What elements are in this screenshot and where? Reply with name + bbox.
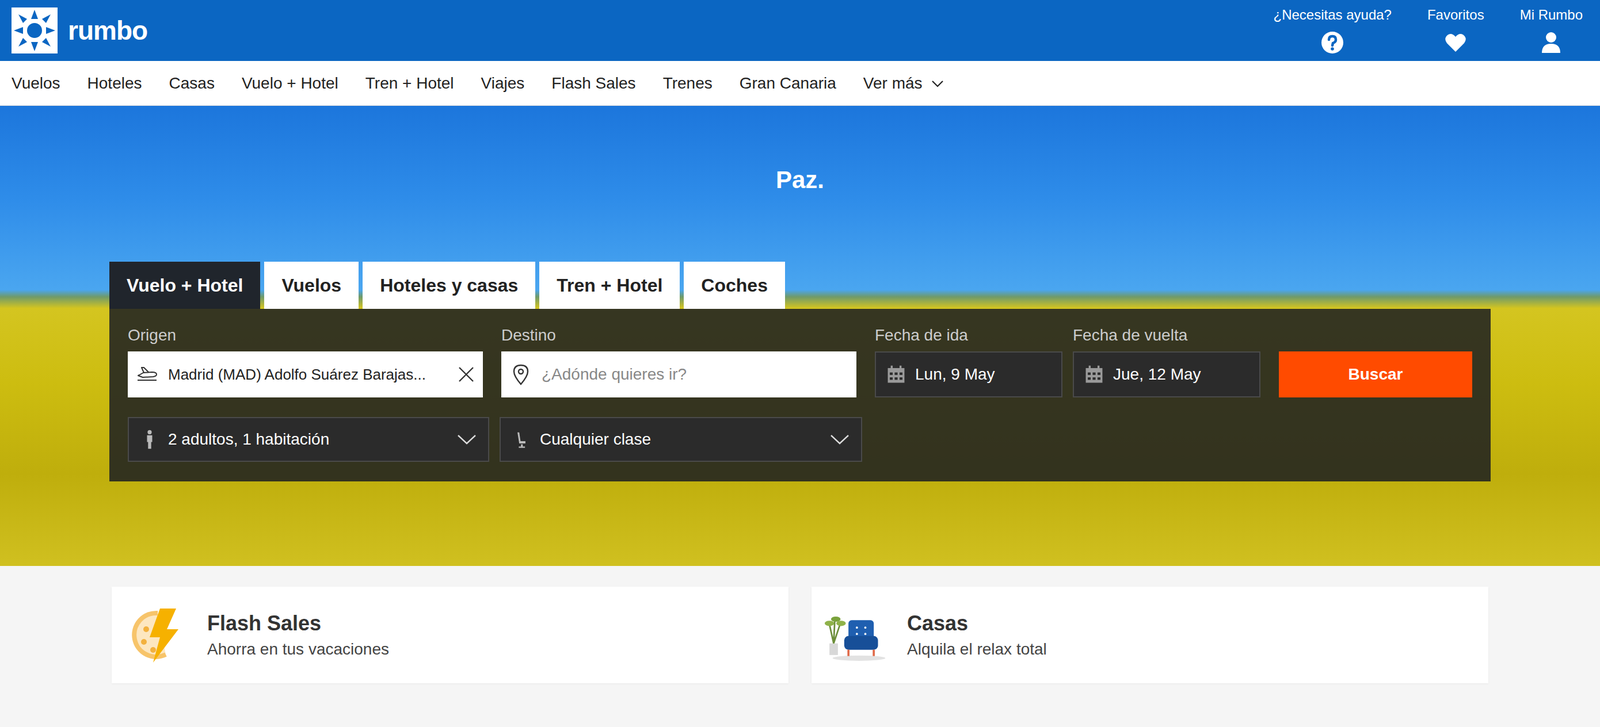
travellers-value: 2 adultos, 1 habitación	[168, 430, 445, 449]
search-button[interactable]: Buscar	[1278, 351, 1473, 398]
origin-group: Origen Madrid (MAD) Adolfo Suárez Baraja…	[127, 326, 483, 398]
top-bar: rumbo ¿Necesitas ayuda? Favoritos Mi Rum…	[0, 0, 1600, 62]
header-link[interactable]: Mi Rumbo	[1520, 6, 1583, 55]
calendar-icon	[1084, 364, 1104, 385]
travellers-select[interactable]: 2 adultos, 1 habitación	[127, 417, 490, 463]
nav-item-label: Vuelo + Hotel	[241, 74, 339, 93]
plane-icon	[135, 363, 159, 387]
logo[interactable]: rumbo	[11, 7, 148, 54]
search-tabs: Vuelo + HotelVuelosHoteles y casasTren +…	[109, 261, 1491, 310]
origin-field[interactable]: Madrid (MAD) Adolfo Suárez Barajas...	[127, 351, 483, 398]
nav-item[interactable]: Trenes	[663, 74, 713, 93]
nav-item[interactable]: Gran Canaria	[739, 74, 837, 93]
calendar-icon	[886, 364, 906, 385]
promo-card[interactable]: Casas Alquila el relax total	[811, 587, 1489, 684]
departure-label: Fecha de ida	[874, 326, 1063, 345]
hero-title: Paz.	[775, 166, 825, 194]
return-label: Fecha de vuelta	[1072, 326, 1261, 345]
nav-item-label: Vuelos	[11, 74, 61, 93]
nav-item-label: Trenes	[663, 74, 713, 93]
chevron-down-icon	[456, 433, 477, 446]
return-value: Jue, 12 May	[1113, 365, 1202, 384]
chevron-down-icon	[930, 76, 945, 91]
destination-group: Destino ¿Adónde quieres ir?	[501, 326, 857, 398]
chevron-down-icon	[829, 433, 850, 446]
search-panel: Origen Madrid (MAD) Adolfo Suárez Baraja…	[109, 309, 1491, 482]
nav-item-label: Casas	[169, 74, 215, 93]
lightning-icon	[124, 606, 188, 665]
promo-card[interactable]: Flash Sales Ahorra en tus vacaciones	[111, 587, 789, 684]
promo-title: Casas	[907, 611, 1047, 636]
nav-bar: Vuelos Hoteles Casas Vuelo + Hotel Tren …	[0, 61, 1600, 106]
user-icon	[1539, 31, 1563, 55]
search-tab[interactable]: Vuelos	[264, 261, 359, 310]
promo-title: Flash Sales	[207, 611, 390, 636]
page: rumbo ¿Necesitas ayuda? Favoritos Mi Rum…	[0, 0, 1600, 727]
departure-value: Lun, 9 May	[915, 365, 996, 384]
header-links: ¿Necesitas ayuda? Favoritos Mi Rumbo	[1273, 6, 1583, 55]
search-tab[interactable]: Vuelo + Hotel	[109, 261, 261, 310]
nav-item[interactable]: Tren + Hotel	[365, 74, 455, 93]
help-icon	[1320, 31, 1344, 55]
search-tab[interactable]: Coches	[683, 261, 786, 310]
cabin-value: Cualquier clase	[539, 430, 818, 449]
nav-item-label: Ver más	[863, 74, 923, 93]
hero: Paz. Vuelo + HotelVuelosHoteles y casasT…	[0, 105, 1600, 567]
return-field[interactable]: Jue, 12 May	[1072, 351, 1261, 398]
nav-item[interactable]: Casas	[169, 74, 215, 93]
promo-subtitle: Ahorra en tus vacaciones	[207, 640, 390, 659]
heart-icon	[1444, 31, 1468, 55]
header-link[interactable]: ¿Necesitas ayuda?	[1273, 6, 1392, 55]
departure-group: Fecha de ida Lun, 9 May	[874, 326, 1063, 398]
header-link-label: Favoritos	[1427, 6, 1485, 24]
nav-item-label: Flash Sales	[551, 74, 636, 93]
search-tab[interactable]: Hoteles y casas	[362, 261, 536, 310]
nav-item-label: Hoteles	[87, 74, 143, 93]
header-link-label: Mi Rumbo	[1520, 6, 1583, 24]
search-widget: Vuelo + HotelVuelosHoteles y casasTren +…	[109, 261, 1491, 482]
return-group: Fecha de vuelta Jue, 12 May	[1072, 326, 1261, 398]
departure-field[interactable]: Lun, 9 May	[874, 351, 1063, 398]
nav-item[interactable]: Vuelo + Hotel	[241, 74, 339, 93]
logo-text: rumbo	[67, 14, 148, 47]
nav-item[interactable]: Viajes	[481, 74, 525, 93]
search-tab[interactable]: Tren + Hotel	[539, 261, 680, 310]
header-link-label: ¿Necesitas ayuda?	[1273, 6, 1392, 24]
nav-item[interactable]: Flash Sales	[551, 74, 636, 93]
promo-subtitle: Alquila el relax total	[907, 640, 1047, 659]
seat-icon	[515, 429, 528, 451]
nav-item[interactable]: Hoteles	[87, 74, 143, 93]
sun-logo-icon	[11, 7, 58, 54]
promo-section: Flash Sales Ahorra en tus vacaciones Cas…	[111, 587, 1489, 719]
location-pin-icon	[509, 363, 533, 387]
cabin-select[interactable]: Cualquier clase	[499, 417, 863, 463]
clear-icon[interactable]	[457, 366, 475, 384]
nav-item-label: Viajes	[481, 74, 525, 93]
origin-label: Origen	[127, 326, 483, 345]
nav-item-label: Tren + Hotel	[365, 74, 455, 93]
nav-item[interactable]: Vuelos	[11, 74, 61, 93]
destination-label: Destino	[501, 326, 857, 345]
destination-field[interactable]: ¿Adónde quieres ir?	[501, 351, 857, 398]
destination-placeholder: ¿Adónde quieres ir?	[541, 365, 687, 384]
person-icon	[143, 429, 156, 451]
origin-value: Madrid (MAD) Adolfo Suárez Barajas...	[168, 366, 449, 384]
header-link[interactable]: Favoritos	[1427, 6, 1485, 55]
nav-item-label: Gran Canaria	[739, 74, 837, 93]
nav-item[interactable]: Ver más	[863, 74, 945, 93]
armchair-icon	[824, 606, 888, 665]
